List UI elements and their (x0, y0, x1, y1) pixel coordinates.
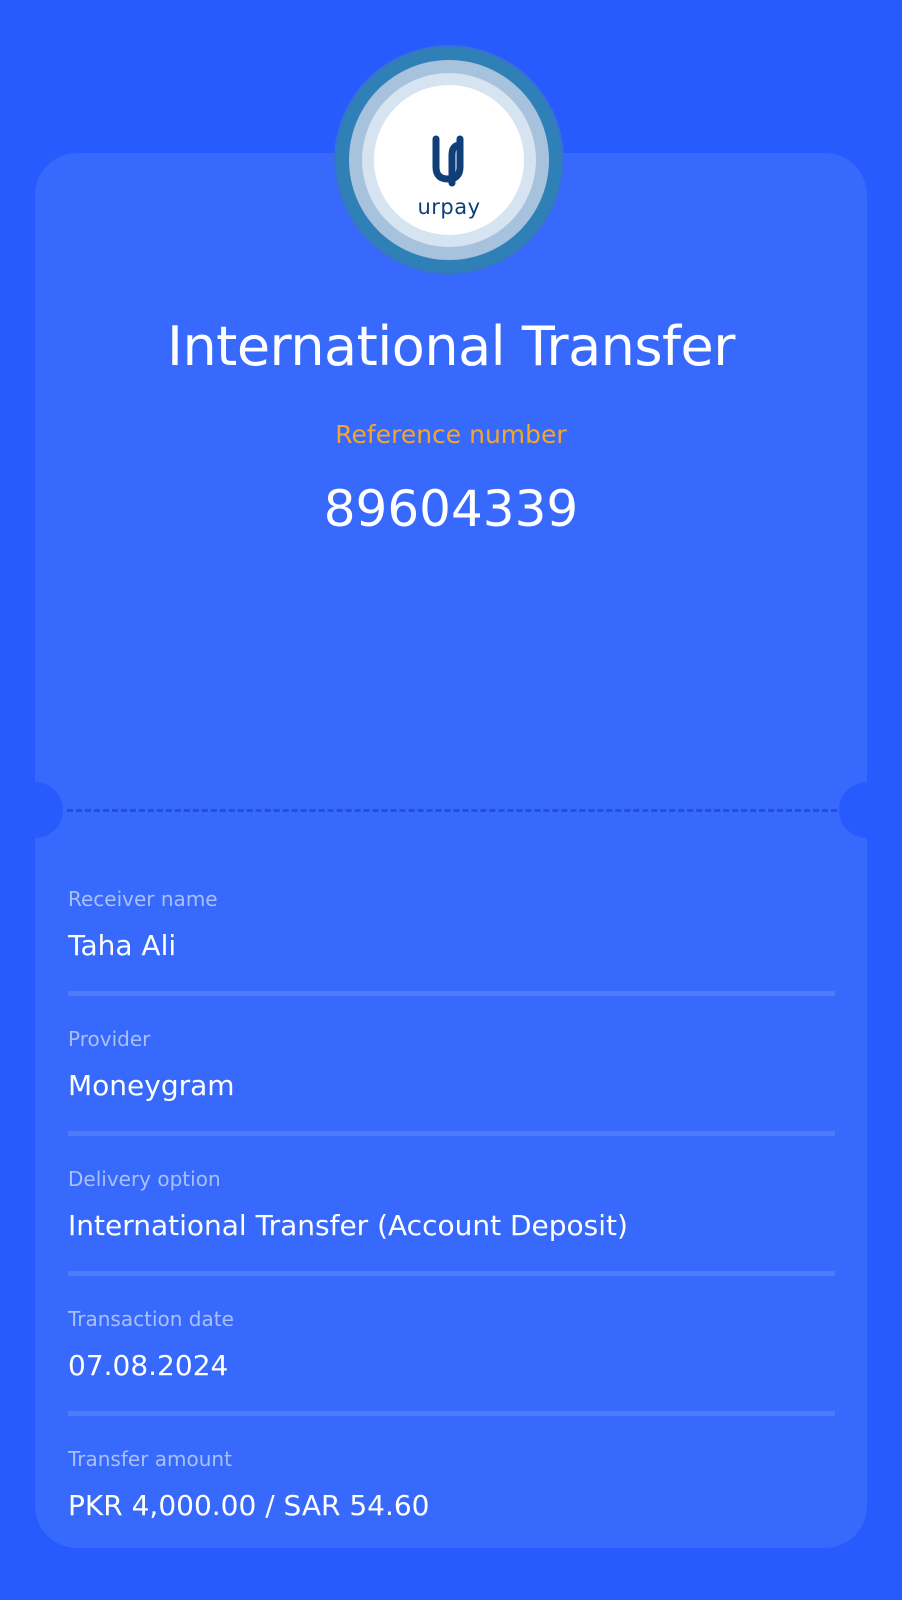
page-title: International Transfer (167, 315, 735, 378)
detail-divider (68, 1131, 835, 1136)
detail-row-transfer-amount: Transfer amount PKR 4,000.00 / SAR 54.60 (68, 1447, 835, 1587)
transfer-details-list: Receiver name Taha Ali Provider Moneygra… (68, 887, 835, 1587)
detail-row-delivery-option: Delivery option International Transfer (… (68, 1167, 835, 1307)
detail-label: Transaction date (68, 1307, 234, 1331)
detail-label: Receiver name (68, 887, 218, 911)
detail-divider (68, 1271, 835, 1276)
ticket-notch-right (839, 782, 895, 838)
urpay-logo-icon (432, 135, 464, 187)
detail-divider (68, 1411, 835, 1416)
detail-value: PKR 4,000.00 / SAR 54.60 (68, 1489, 430, 1522)
detail-row-provider: Provider Moneygram (68, 1027, 835, 1167)
reference-number-value: 89604339 (323, 480, 579, 538)
urpay-logo-badge: urpay (336, 47, 562, 273)
detail-value: International Transfer (Account Deposit) (68, 1209, 628, 1242)
urpay-logo-text: urpay (417, 195, 481, 219)
detail-row-transaction-date: Transaction date 07.08.2024 (68, 1307, 835, 1447)
ticket-perforation (67, 809, 837, 812)
detail-label: Transfer amount (68, 1447, 232, 1471)
detail-row-receiver-name: Receiver name Taha Ali (68, 887, 835, 1027)
detail-label: Provider (68, 1027, 151, 1051)
detail-value: Moneygram (68, 1069, 235, 1102)
detail-label: Delivery option (68, 1167, 221, 1191)
detail-value: Taha Ali (68, 929, 177, 962)
detail-divider (68, 991, 835, 996)
detail-value: 07.08.2024 (68, 1349, 229, 1382)
ticket-notch-left (7, 782, 63, 838)
reference-number-label: Reference number (335, 420, 567, 449)
